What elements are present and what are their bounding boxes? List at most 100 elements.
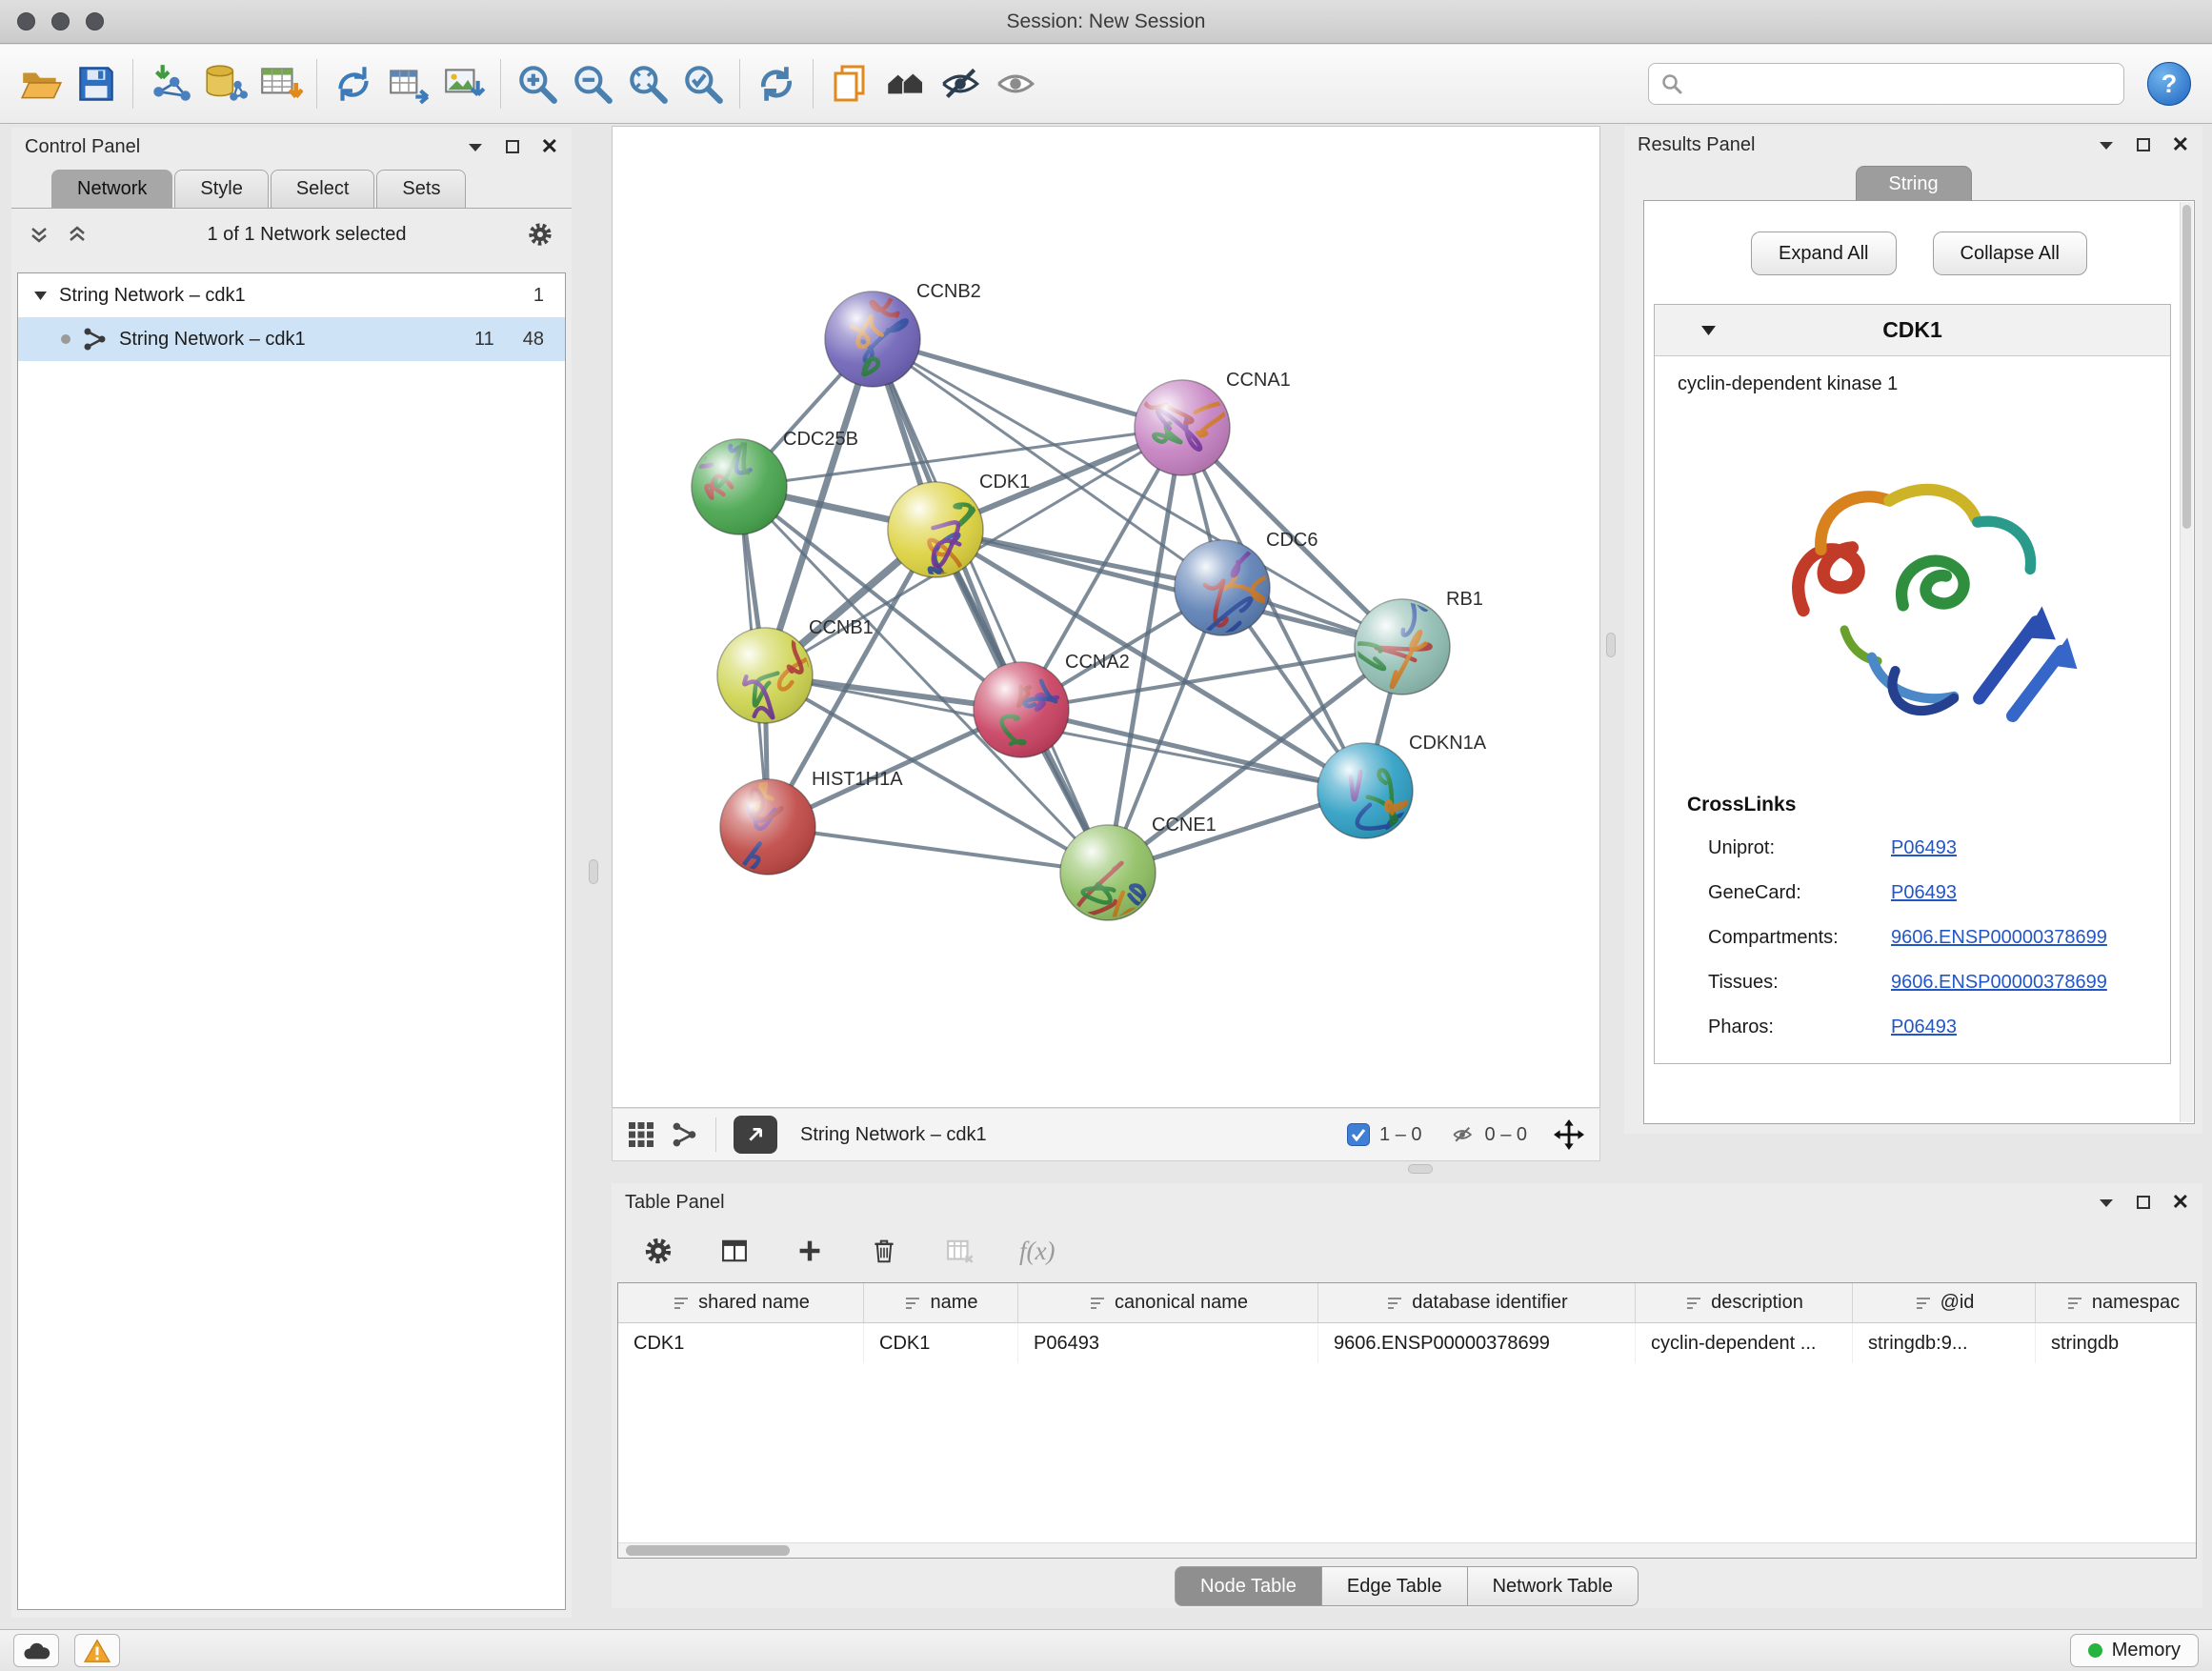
export-image-button[interactable] [436, 55, 492, 112]
close-window-button[interactable] [17, 12, 35, 30]
network-view[interactable]: CCNB2CCNA1CDC25BCDK1CDC6RB1CCNB1CCNA2CDK… [612, 126, 1600, 1108]
tab-style[interactable]: Style [174, 170, 268, 208]
expand-all-button[interactable]: Expand All [1751, 232, 1897, 275]
results-scrollbar-thumb[interactable] [2182, 205, 2191, 529]
import-network-from-file-button[interactable] [142, 55, 197, 112]
tab-sets[interactable]: Sets [376, 170, 466, 208]
help-question-glyph: ? [2162, 70, 2178, 99]
refresh-view-button[interactable] [749, 55, 804, 112]
tab-string[interactable]: String [1856, 166, 1972, 201]
panel-maximize-icon[interactable] [2136, 1195, 2151, 1210]
delete-column-icon[interactable] [869, 1236, 899, 1266]
selected-checkbox-icon[interactable] [1347, 1123, 1370, 1146]
zoom-fit-button[interactable] [620, 55, 675, 112]
horizontal-splitter-handle[interactable] [1408, 1164, 1433, 1174]
network-edge[interactable] [873, 339, 1108, 873]
network-node[interactable]: CDC6 [1175, 530, 1317, 648]
memory-button[interactable]: Memory [2070, 1634, 2199, 1667]
new-network-from-table-button[interactable] [381, 55, 436, 112]
network-node[interactable]: CCNA1 [1135, 370, 1291, 475]
crosslink-link[interactable]: P06493 [1891, 837, 1957, 859]
network-edge[interactable] [935, 530, 1402, 647]
add-column-icon[interactable] [794, 1236, 825, 1266]
save-session-button[interactable] [69, 55, 124, 112]
column-header-description[interactable]: description [1636, 1283, 1853, 1322]
column-header-namespace[interactable]: namespac [2036, 1283, 2197, 1322]
network-node[interactable]: RB1 [1353, 589, 1483, 695]
select-columns-icon[interactable] [718, 1235, 751, 1267]
table-horizontal-scrollbar[interactable] [618, 1542, 2196, 1558]
maximize-window-button[interactable] [86, 12, 104, 30]
panel-maximize-icon[interactable] [2136, 137, 2151, 152]
network-node[interactable]: HIST1H1A [720, 769, 903, 875]
network-edge[interactable] [768, 827, 1108, 873]
grid-view-icon[interactable] [628, 1121, 654, 1148]
crosslink-link[interactable]: 9606.ENSP00000378699 [1891, 927, 2107, 949]
panel-maximize-icon[interactable] [505, 139, 520, 154]
network-node[interactable]: CCNB2 [825, 281, 981, 387]
tab-select[interactable]: Select [271, 170, 375, 208]
network-node[interactable]: CDKN1A [1317, 733, 1487, 838]
network-row[interactable]: String Network – cdk1 11 48 [18, 317, 565, 361]
tab-network-table[interactable]: Network Table [1467, 1566, 1639, 1606]
minimize-window-button[interactable] [51, 12, 70, 30]
panel-float-icon[interactable] [467, 141, 484, 152]
column-header-shared-name[interactable]: shared name [618, 1283, 864, 1322]
panel-close-icon[interactable]: ✕ [2172, 1192, 2189, 1213]
panel-close-icon[interactable]: ✕ [2172, 134, 2189, 155]
collapse-all-chevron-icon[interactable] [29, 224, 50, 245]
collapse-all-button[interactable]: Collapse All [1933, 232, 2088, 275]
right-splitter-handle[interactable] [1606, 633, 1616, 657]
column-header-id[interactable]: @id [1853, 1283, 2036, 1322]
import-table-from-file-button[interactable] [252, 55, 308, 112]
panel-close-icon[interactable]: ✕ [541, 136, 558, 157]
search-input[interactable] [1691, 73, 2112, 95]
network-node[interactable]: CDC25B [678, 429, 858, 534]
zoom-selected-button[interactable] [675, 55, 731, 112]
crosslink-link[interactable]: P06493 [1891, 882, 1957, 904]
panel-float-icon[interactable] [2098, 139, 2115, 151]
table-scrollbar-thumb[interactable] [626, 1545, 790, 1556]
warnings-button[interactable] [74, 1634, 120, 1667]
panel-float-icon[interactable] [2098, 1197, 2115, 1208]
pan-move-icon[interactable] [1554, 1119, 1584, 1150]
network-canvas[interactable]: CCNB2CCNA1CDC25BCDK1CDC6RB1CCNB1CCNA2CDK… [613, 127, 1599, 1107]
show-graphics-details-button[interactable] [988, 55, 1043, 112]
network-node[interactable]: CCNE1 [1060, 815, 1217, 929]
zoom-out-button[interactable] [565, 55, 620, 112]
crosslink-link[interactable]: 9606.ENSP00000378699 [1891, 972, 2107, 994]
protein-section-header[interactable]: CDK1 [1655, 305, 2170, 356]
left-splitter-handle[interactable] [589, 859, 598, 884]
network-options-gear-icon[interactable] [526, 220, 554, 249]
network-edge[interactable] [1021, 710, 1365, 791]
import-network-from-database-button[interactable] [197, 55, 252, 112]
new-network-from-selection-button[interactable] [326, 55, 381, 112]
open-session-button[interactable] [13, 55, 69, 112]
column-header-database-identifier[interactable]: database identifier [1318, 1283, 1636, 1322]
network-node[interactable]: CDK1 [888, 472, 1030, 584]
table-row[interactable]: CDK1 CDK1 P06493 9606.ENSP00000378699 cy… [618, 1323, 2196, 1363]
cloud-status-button[interactable] [13, 1634, 59, 1667]
detach-view-button[interactable] [734, 1116, 777, 1154]
network-list-icon[interactable] [672, 1121, 698, 1148]
expand-all-chevron-icon[interactable] [67, 224, 88, 245]
section-collapse-icon[interactable] [1700, 325, 1717, 336]
function-builder-icon[interactable]: f(x) [1019, 1237, 1055, 1266]
copy-document-button[interactable] [822, 55, 877, 112]
tab-node-table[interactable]: Node Table [1175, 1566, 1322, 1606]
crosslink-link[interactable]: P06493 [1891, 1017, 1957, 1038]
help-button[interactable]: ? [2147, 62, 2191, 106]
network-collection-row[interactable]: String Network – cdk1 1 [18, 273, 565, 317]
results-scrollbar[interactable] [2180, 202, 2193, 1122]
import-network-icon [147, 61, 192, 107]
tab-network[interactable]: Network [51, 170, 172, 208]
crosslink-row: Uniprot: P06493 [1655, 826, 2170, 871]
column-header-canonical-name[interactable]: canonical name [1018, 1283, 1318, 1322]
tab-edge-table[interactable]: Edge Table [1321, 1566, 1468, 1606]
home-view-button[interactable] [877, 55, 933, 112]
network-node[interactable]: CCNB1 [717, 617, 874, 723]
hide-graphics-details-button[interactable] [933, 55, 988, 112]
table-settings-gear-icon[interactable] [642, 1235, 674, 1267]
zoom-in-button[interactable] [510, 55, 565, 112]
column-header-name[interactable]: name [864, 1283, 1018, 1322]
